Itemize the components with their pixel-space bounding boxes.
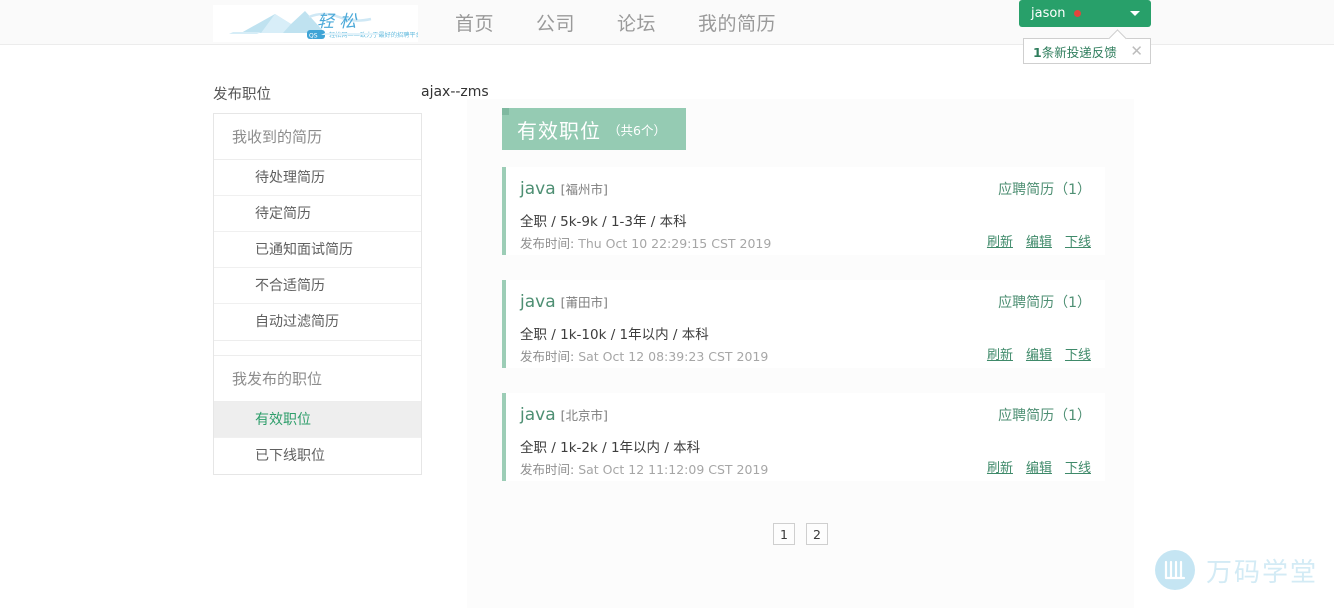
job-applicants-link[interactable]: 应聘简历（1） xyxy=(998,405,1091,425)
main-navigation: 首页 公司 论坛 我的简历 xyxy=(455,0,776,45)
user-menu-button[interactable]: jason xyxy=(1019,0,1151,27)
job-publish-time: 发布时间: Sat Oct 12 11:12:09 CST 2019 xyxy=(520,459,768,478)
sidebar-item-active-jobs[interactable]: 有效职位 xyxy=(214,402,421,438)
pagination: 1 2 xyxy=(467,523,1134,545)
job-publish-time: 发布时间: Thu Oct 10 22:29:15 CST 2019 xyxy=(520,233,771,252)
edit-job-link[interactable]: 编辑 xyxy=(1026,231,1052,250)
job-applicants-link[interactable]: 应聘简历（1） xyxy=(998,292,1091,312)
job-actions: 刷新 编辑 下线 xyxy=(987,344,1091,363)
sidebar-group-title-published: 我发布的职位 xyxy=(214,356,421,402)
edit-job-link[interactable]: 编辑 xyxy=(1026,344,1052,363)
sidebar: 我收到的简历 待处理简历 待定简历 已通知面试简历 不合适简历 自动过滤简历 我… xyxy=(213,113,422,475)
offline-job-link[interactable]: 下线 xyxy=(1065,457,1091,476)
edit-job-link[interactable]: 编辑 xyxy=(1026,457,1052,476)
feedback-label: 条新投递反馈 xyxy=(1041,44,1117,60)
job-meta: 全职 / 5k-9k / 1-3年 / 本科 xyxy=(520,214,687,230)
wm-logo-icon xyxy=(1154,550,1195,590)
job-actions: 刷新 编辑 下线 xyxy=(987,231,1091,250)
user-name-label: jason xyxy=(1031,6,1066,21)
page-button-2[interactable]: 2 xyxy=(806,523,828,545)
chevron-down-icon xyxy=(1130,11,1140,16)
sidebar-item-interview-notified-resumes[interactable]: 已通知面试简历 xyxy=(214,232,421,268)
feedback-count: 1 xyxy=(1033,44,1042,60)
notification-dot-icon xyxy=(1073,10,1081,17)
publish-job-link[interactable]: 发布职位 xyxy=(213,83,271,104)
page-title: 有效职位 xyxy=(517,118,601,143)
nav-company[interactable]: 公司 xyxy=(536,9,575,36)
job-actions: 刷新 编辑 下线 xyxy=(987,457,1091,476)
sidebar-item-unsuitable-resumes[interactable]: 不合适简历 xyxy=(214,268,421,304)
watermark-text: 万码学堂 xyxy=(1205,557,1318,588)
watermark: 万码学堂 xyxy=(1154,550,1318,590)
svg-text:QS: QS xyxy=(309,33,318,40)
job-title[interactable]: java xyxy=(520,179,556,199)
job-meta: 全职 / 1k-10k / 1年以内 / 本科 xyxy=(520,327,709,343)
job-title-row: java [福州市] xyxy=(520,179,608,199)
job-card[interactable]: java [福州市] 全职 / 5k-9k / 1-3年 / 本科 发布时间: … xyxy=(502,167,1105,255)
refresh-job-link[interactable]: 刷新 xyxy=(987,231,1013,250)
sidebar-divider xyxy=(214,340,421,356)
wm-glyph-icon xyxy=(1164,560,1186,580)
section-banner: 有效职位 （共6个） xyxy=(502,108,686,150)
job-time-value: Thu Oct 10 22:29:15 CST 2019 xyxy=(578,236,772,251)
ajax-status-label: ajax--zms xyxy=(421,84,489,100)
left-rail xyxy=(0,45,213,608)
job-applicants-link[interactable]: 应聘简历（1） xyxy=(998,179,1091,199)
main-content: 有效职位 （共6个） java [福州市] 全职 / 5k-9k / 1-3年 … xyxy=(467,99,1134,608)
feedback-tooltip-text: 1条新投递反馈 xyxy=(1033,42,1117,61)
job-list: java [福州市] 全职 / 5k-9k / 1-3年 / 本科 发布时间: … xyxy=(502,167,1105,506)
refresh-job-link[interactable]: 刷新 xyxy=(987,344,1013,363)
page-button-1[interactable]: 1 xyxy=(773,523,795,545)
sidebar-item-undecided-resumes[interactable]: 待定简历 xyxy=(214,196,421,232)
job-time-label: 发布时间: xyxy=(520,462,575,477)
job-count-label: （共6个） xyxy=(608,122,666,138)
job-city: [莆田市] xyxy=(560,295,608,310)
job-title-row: java [莆田市] xyxy=(520,292,608,312)
svg-text:轻 松: 轻 松 xyxy=(317,12,358,32)
site-logo[interactable]: 轻 松 QS 轻松网——致力于最好的招聘平台 xyxy=(213,5,418,42)
job-city: [北京市] xyxy=(560,408,608,423)
nav-home[interactable]: 首页 xyxy=(455,9,494,36)
offline-job-link[interactable]: 下线 xyxy=(1065,231,1091,250)
offline-job-link[interactable]: 下线 xyxy=(1065,344,1091,363)
job-time-label: 发布时间: xyxy=(520,236,575,251)
refresh-job-link[interactable]: 刷新 xyxy=(987,457,1013,476)
feedback-tooltip: 1条新投递反馈 ✕ xyxy=(1023,38,1151,64)
job-title-row: java [北京市] xyxy=(520,405,608,425)
sidebar-item-offline-jobs[interactable]: 已下线职位 xyxy=(214,438,421,474)
job-card[interactable]: java [北京市] 全职 / 1k-2k / 1年以内 / 本科 发布时间: … xyxy=(502,393,1105,481)
nav-forum[interactable]: 论坛 xyxy=(617,9,656,36)
job-city: [福州市] xyxy=(560,182,608,197)
job-time-label: 发布时间: xyxy=(520,349,575,364)
close-icon[interactable]: ✕ xyxy=(1130,43,1143,59)
sidebar-item-auto-filtered-resumes[interactable]: 自动过滤简历 xyxy=(214,304,421,340)
job-card[interactable]: java [莆田市] 全职 / 1k-10k / 1年以内 / 本科 发布时间:… xyxy=(502,280,1105,368)
job-time-value: Sat Oct 12 11:12:09 CST 2019 xyxy=(578,462,769,477)
job-time-value: Sat Oct 12 08:39:23 CST 2019 xyxy=(578,349,769,364)
job-meta: 全职 / 1k-2k / 1年以内 / 本科 xyxy=(520,440,701,456)
nav-my-resume[interactable]: 我的简历 xyxy=(698,9,776,36)
sidebar-group-title-received: 我收到的简历 xyxy=(214,114,421,160)
job-title[interactable]: java xyxy=(520,405,556,425)
logo-graphic-icon: 轻 松 QS 轻松网——致力于最好的招聘平台 xyxy=(213,5,418,42)
job-publish-time: 发布时间: Sat Oct 12 08:39:23 CST 2019 xyxy=(520,346,768,365)
sidebar-item-pending-resumes[interactable]: 待处理简历 xyxy=(214,160,421,196)
job-title[interactable]: java xyxy=(520,292,556,312)
